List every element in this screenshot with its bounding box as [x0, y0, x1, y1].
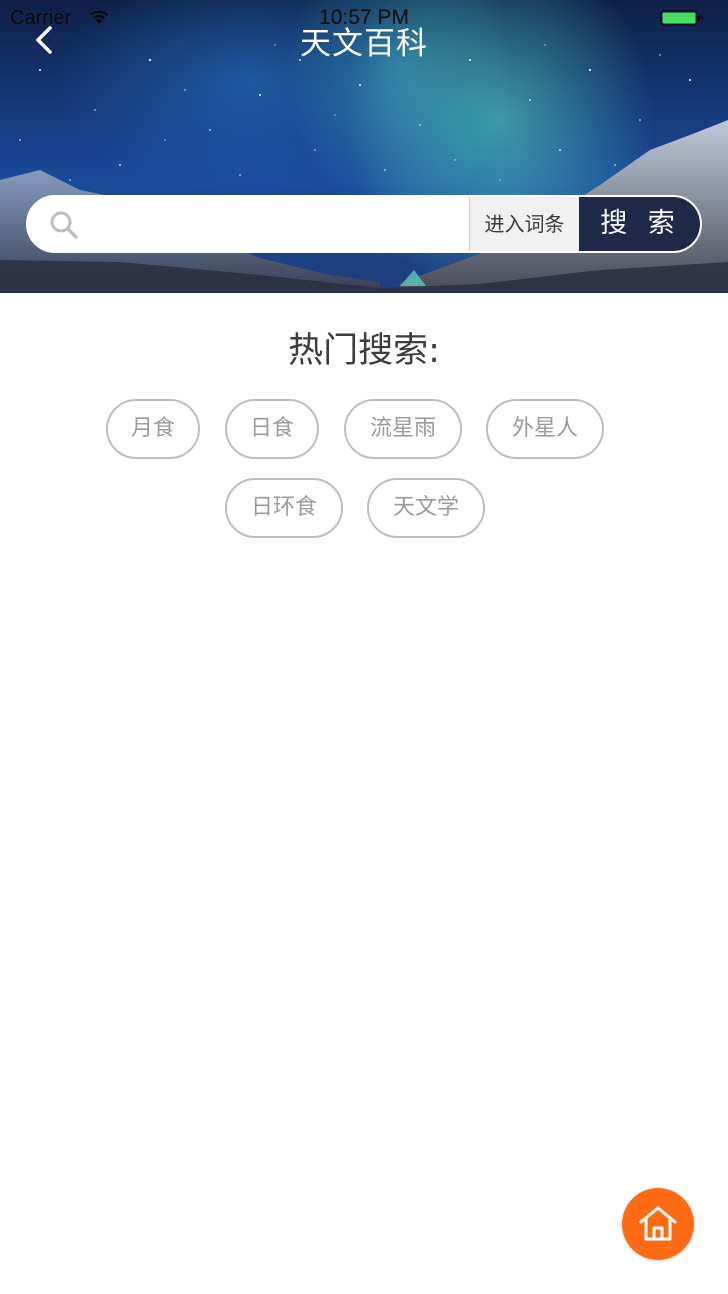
hero-banner: Carrier 10:57 PM 天文百科 进入词条 搜 索 — [0, 0, 728, 293]
hot-tag[interactable]: 外星人 — [486, 399, 604, 459]
search-icon — [50, 211, 78, 239]
home-button[interactable] — [622, 1188, 694, 1260]
home-icon — [639, 1206, 677, 1241]
page-title: 天文百科 — [300, 26, 428, 62]
hot-tag[interactable]: 日环食 — [225, 478, 343, 538]
hot-search-title: 热门搜索: — [288, 331, 440, 371]
enter-entry-button[interactable]: 进入词条 — [469, 197, 579, 251]
hot-tag[interactable]: 日食 — [225, 399, 319, 459]
hot-tag[interactable]: 流星雨 — [344, 399, 462, 459]
hot-tag[interactable]: 月食 — [106, 399, 200, 459]
search-input[interactable] — [90, 197, 468, 251]
search-bar: 进入词条 搜 索 — [26, 195, 702, 253]
hot-tag[interactable]: 天文学 — [367, 478, 485, 538]
search-button[interactable]: 搜 索 — [579, 197, 700, 251]
screen: Carrier 10:57 PM 天文百科 进入词条 搜 索 热门搜索: 月食 … — [0, 0, 728, 1294]
